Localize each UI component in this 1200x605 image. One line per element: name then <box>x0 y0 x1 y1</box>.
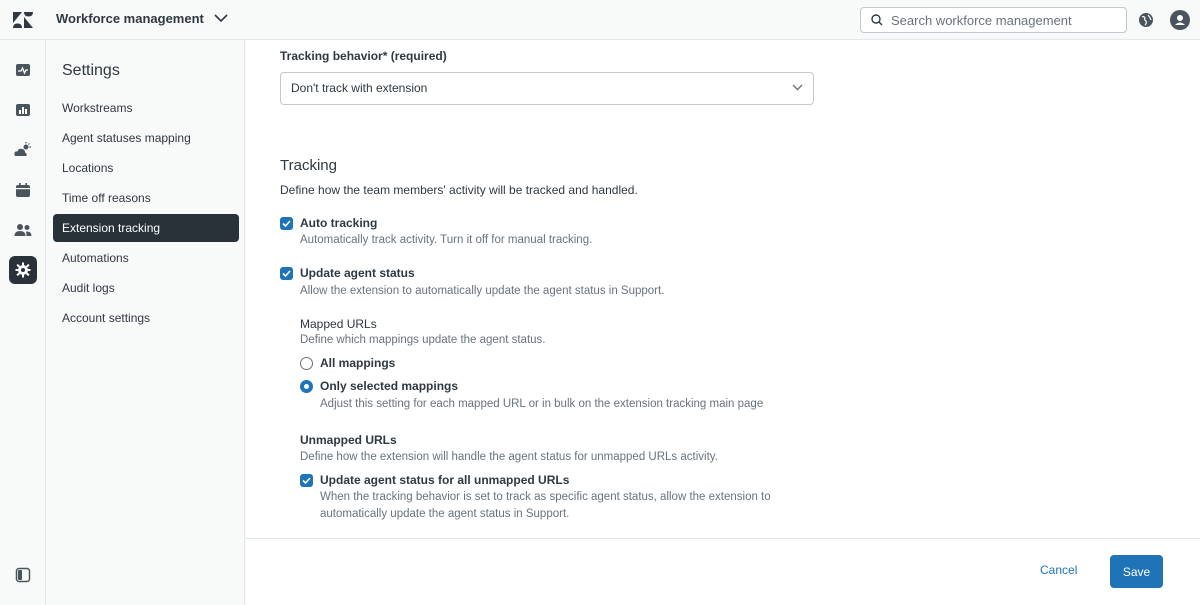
subnav-item-extension-tracking[interactable]: Extension tracking <box>53 214 239 242</box>
reports-icon[interactable] <box>9 96 37 124</box>
product-rail <box>0 40 46 605</box>
all-mappings-label[interactable]: All mappings <box>320 356 395 370</box>
subnav-item-locations[interactable]: Locations <box>53 154 239 182</box>
product-switcher[interactable]: Workforce management <box>56 11 228 26</box>
panel-toggle-icon[interactable] <box>9 561 37 589</box>
subnav-title: Settings <box>62 62 120 79</box>
checkmark-icon <box>282 270 291 277</box>
tracking-heading: Tracking <box>280 157 337 174</box>
save-button[interactable]: Save <box>1110 555 1163 588</box>
checkmark-icon <box>302 477 311 484</box>
mapped-urls-label: Mapped URLs <box>300 317 377 331</box>
chevron-down-icon <box>792 84 803 91</box>
calendar-icon[interactable] <box>9 176 37 204</box>
search-icon <box>871 14 883 26</box>
update-agent-status-checkbox[interactable] <box>280 267 293 280</box>
auto-tracking-hint: Automatically track activity. Turn it of… <box>300 234 593 246</box>
all-mappings-radio[interactable] <box>300 357 313 370</box>
subnav-item-account-settings[interactable]: Account settings <box>53 304 239 332</box>
form-footer: Cancel Save <box>246 538 1200 605</box>
subnav-item-time-off-reasons[interactable]: Time off reasons <box>53 184 239 212</box>
update-agent-status-label[interactable]: Update agent status <box>300 266 415 280</box>
tracking-behavior-value: Don't track with extension <box>291 81 428 95</box>
activity-icon[interactable] <box>9 56 37 84</box>
forecast-icon[interactable] <box>9 136 37 164</box>
update-agent-status-hint: Allow the extension to automatically upd… <box>300 285 665 297</box>
update-unmapped-urls-checkbox[interactable] <box>300 474 313 487</box>
settings-icon[interactable] <box>9 256 37 284</box>
update-unmapped-urls-hint-line2: automatically update the agent status in… <box>320 508 570 520</box>
checkmark-icon <box>282 220 291 227</box>
subnav-item-workstreams[interactable]: Workstreams <box>53 94 239 122</box>
globe-icon[interactable] <box>1138 12 1154 31</box>
product-name: Workforce management <box>56 11 204 26</box>
auto-tracking-label[interactable]: Auto tracking <box>300 216 377 230</box>
subnav-item-automations[interactable]: Automations <box>53 244 239 272</box>
tracking-description: Define how the team members' activity wi… <box>280 183 638 197</box>
search-box[interactable] <box>860 7 1127 33</box>
mapped-urls-hint: Define which mappings update the agent s… <box>300 334 546 346</box>
update-unmapped-urls-label[interactable]: Update agent status for all unmapped URL… <box>320 473 569 487</box>
main-content: Tracking behavior* (required) Don't trac… <box>246 40 1200 605</box>
auto-tracking-checkbox[interactable] <box>280 217 293 230</box>
tracking-behavior-label: Tracking behavior* (required) <box>280 49 447 63</box>
subnav-item-agent-statuses-mapping[interactable]: Agent statuses mapping <box>53 124 239 152</box>
search-input[interactable] <box>891 12 1111 28</box>
chevron-down-icon <box>214 14 228 23</box>
unmapped-urls-hint: Define how the extension will handle the… <box>300 451 718 463</box>
settings-subnav: Settings Workstreams Agent statuses mapp… <box>46 40 245 605</box>
cancel-button[interactable]: Cancel <box>1040 563 1077 577</box>
top-bar: Workforce management <box>0 0 1200 40</box>
team-icon[interactable] <box>9 216 37 244</box>
user-avatar-icon[interactable] <box>1170 10 1190 30</box>
only-selected-mappings-hint: Adjust this setting for each mapped URL … <box>320 398 764 410</box>
only-selected-mappings-radio[interactable] <box>300 380 313 393</box>
only-selected-mappings-label[interactable]: Only selected mappings <box>320 379 458 393</box>
unmapped-urls-label: Unmapped URLs <box>300 433 397 447</box>
update-unmapped-urls-hint-line1: When the tracking behavior is set to tra… <box>320 491 771 503</box>
zendesk-logo-icon[interactable] <box>11 9 35 31</box>
subnav-item-audit-logs[interactable]: Audit logs <box>53 274 239 302</box>
tracking-behavior-select[interactable]: Don't track with extension <box>280 72 814 105</box>
